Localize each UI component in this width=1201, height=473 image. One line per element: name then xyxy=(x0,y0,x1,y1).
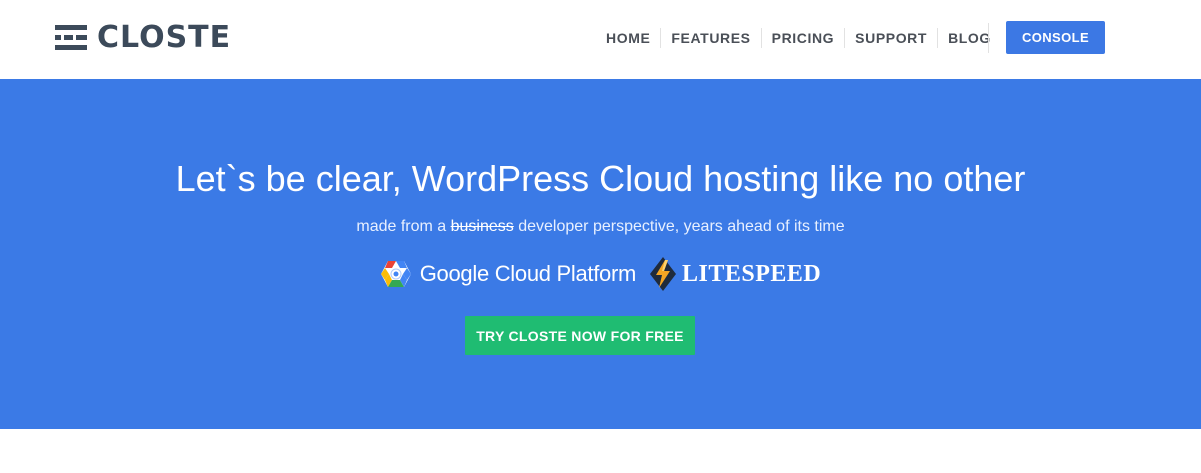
site-header: CLOSTE HOME FEATURES PRICING SUPPORT BLO… xyxy=(0,0,1201,79)
nav-item-features[interactable]: FEATURES xyxy=(661,28,762,48)
try-closte-button[interactable]: TRY CLOSTE NOW FOR FREE xyxy=(465,316,695,355)
gcp-label: Google Cloud Platform xyxy=(419,261,637,286)
nav-item-pricing[interactable]: PRICING xyxy=(762,28,846,48)
partner-logos: Google Cloud Platform LITESPEED xyxy=(0,254,1201,294)
hero-subtitle-suffix: developer perspective, years ahead of it… xyxy=(513,218,845,235)
console-button[interactable]: CONSOLE xyxy=(1006,21,1105,54)
gcp-logo: Google Cloud Platform xyxy=(380,260,636,288)
hero-title: Let`s be clear, WordPress Cloud hosting … xyxy=(175,158,1026,199)
nav-item-home[interactable]: HOME xyxy=(596,28,662,48)
brand-logo[interactable]: CLOSTE xyxy=(55,20,231,56)
google-cloud-hexagon-icon xyxy=(380,261,411,287)
hero-section: Let`s be clear, WordPress Cloud hosting … xyxy=(0,79,1201,429)
stacked-bars-logo-icon xyxy=(55,25,87,50)
hero-subtitle-struck: business xyxy=(450,218,514,235)
litespeed-label: LITESPEED xyxy=(682,260,822,287)
main-nav: HOME FEATURES PRICING SUPPORT BLOG xyxy=(596,28,1001,48)
litespeed-logo: LITESPEED xyxy=(650,257,821,291)
nav-item-blog[interactable]: BLOG xyxy=(938,28,1001,48)
litespeed-lightning-icon xyxy=(650,257,677,291)
nav-item-support[interactable]: SUPPORT xyxy=(845,28,939,48)
hero-subtitle-prefix: made from a xyxy=(356,218,451,235)
hero-subtitle: made from a business developer perspecti… xyxy=(0,216,1201,238)
brand-name: CLOSTE xyxy=(97,20,232,55)
nav-divider xyxy=(988,23,989,53)
